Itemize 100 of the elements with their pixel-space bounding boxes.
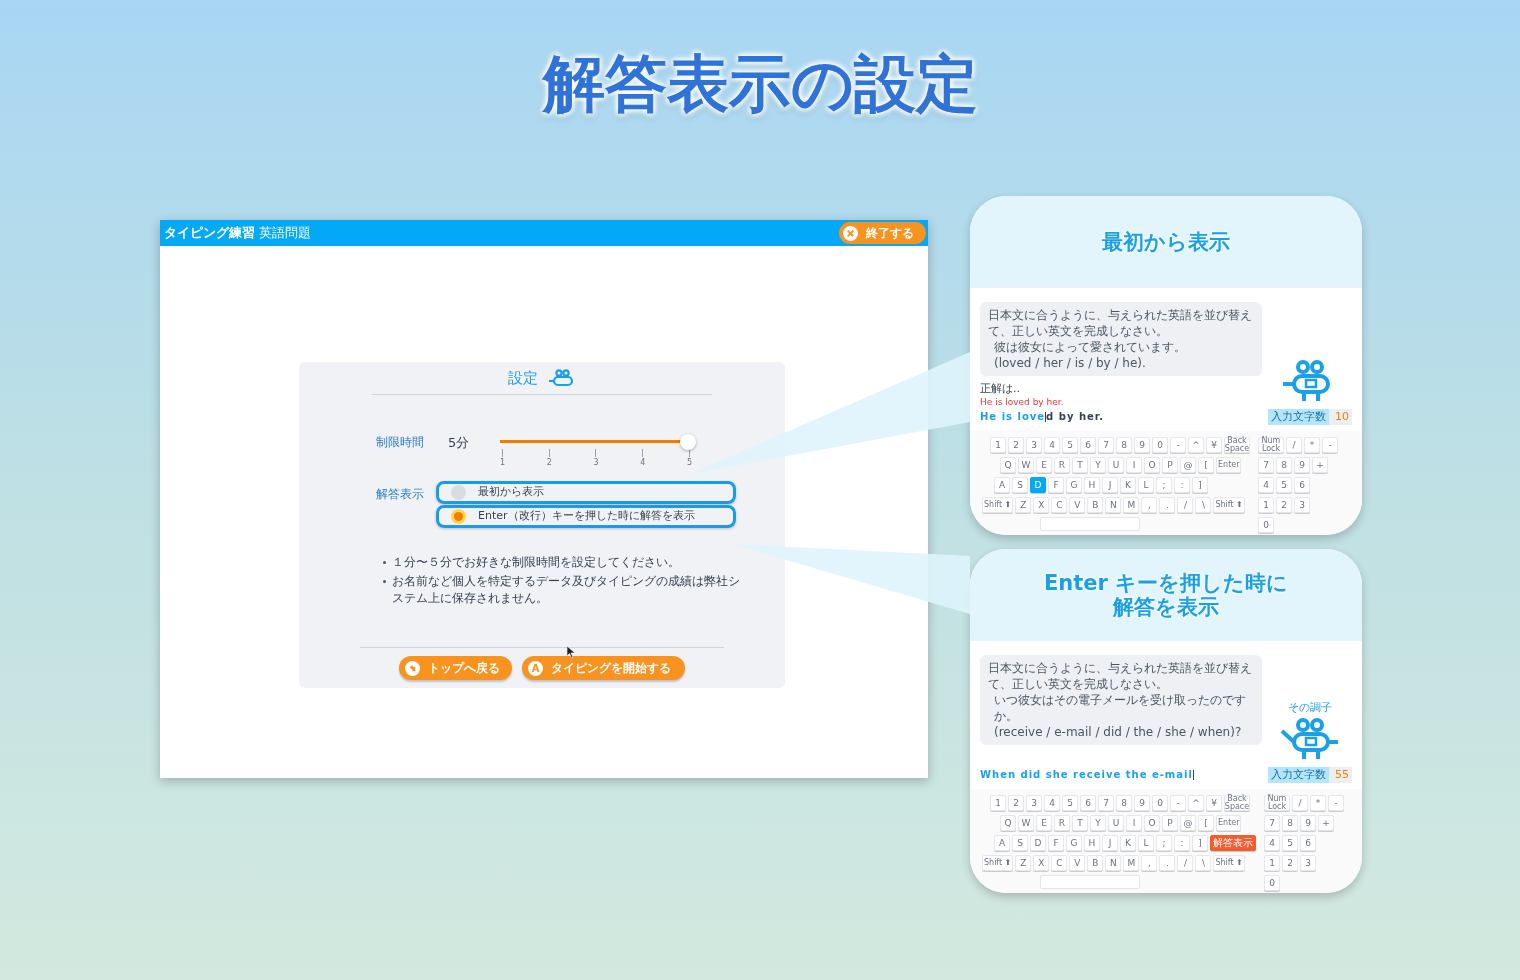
keyboard-key: , <box>1141 497 1158 513</box>
keyboard-key: - <box>1322 437 1338 453</box>
keyboard-key: F <box>1048 835 1064 851</box>
keyboard-key: 解答表示 <box>1210 835 1256 851</box>
keyboard-key: N <box>1105 497 1122 513</box>
keyboard-key: G <box>1066 835 1082 851</box>
keyboard-key: \ <box>1195 497 1212 513</box>
keyboard-key: 8 <box>1282 815 1298 831</box>
keyboard-key: G <box>1066 477 1082 493</box>
keyboard-key: M <box>1123 855 1140 871</box>
question-text: いつ彼女はその電子メールを受け取ったのですか。 <box>993 692 1247 724</box>
radio-button[interactable] <box>451 485 466 500</box>
keyboard-key: ¥ <box>1206 795 1222 811</box>
keyboard-key: 4 <box>1264 835 1280 851</box>
keyboard-key: 2 <box>1008 437 1024 453</box>
char-counter: 入力文字数 55 <box>1268 766 1352 783</box>
keyboard-key: 2 <box>1276 497 1292 513</box>
keyboard-key: , <box>1141 855 1158 871</box>
keyboard-key: * <box>1304 437 1320 453</box>
keyboard-key: : <box>1174 477 1190 493</box>
keyboard-key: Num Lock <box>1258 437 1284 453</box>
keyboard-key: Back Space <box>1224 437 1250 453</box>
keyboard-key: 8 <box>1116 795 1132 811</box>
keyboard-key: 9 <box>1294 457 1310 473</box>
keyboard-key: I <box>1126 457 1142 473</box>
note-text: お名前など個人を特定するデータ及びタイピングの成績は弊社システム上に保存されません。 <box>392 573 741 607</box>
keyboard-key: + <box>1318 815 1334 831</box>
keyboard-key: C <box>1051 497 1068 513</box>
tick-label: 1 <box>500 457 506 469</box>
keyboard-key: ] <box>1192 835 1208 851</box>
slider-thumb[interactable] <box>680 433 696 450</box>
robot-icon <box>548 369 576 387</box>
app-title: タイピング練習 <box>164 224 255 243</box>
keyboard-key: D <box>1030 835 1046 851</box>
start-button[interactable]: A タイピングを開始する <box>522 656 685 680</box>
keyboard-key: 5 <box>1062 437 1078 453</box>
keyboard-key: C <box>1051 855 1068 871</box>
keyboard-key: X <box>1033 497 1050 513</box>
keyboard-key: [ <box>1198 815 1214 831</box>
tick-label: 5 <box>686 457 692 469</box>
radio-option[interactable]: Enter（改行）キーを押した時に解答を表示 <box>436 505 736 528</box>
keyboard-key: V <box>1069 497 1086 513</box>
keyboard-key: Z <box>1015 855 1032 871</box>
keyboard-key: 6 <box>1300 835 1316 851</box>
keyboard-key: T <box>1072 457 1088 473</box>
robot-mascot-icon <box>1280 716 1340 761</box>
time-slider[interactable] <box>500 433 698 449</box>
keyboard-key: 0 <box>1264 875 1280 891</box>
keyboard-key: ^ <box>1188 437 1204 453</box>
question-text: (loved / her / is / by / he). <box>993 355 1147 371</box>
keyboard-key: 7 <box>1264 815 1280 831</box>
keyboard-key: Q <box>1000 457 1016 473</box>
answer-label: 解答表示 <box>376 486 425 503</box>
keyboard-key: 6 <box>1294 477 1310 493</box>
time-value: 5分 <box>448 434 471 452</box>
keyboard-key: 0 <box>1258 517 1274 533</box>
typed-line: He is loved by her. <box>980 410 1106 424</box>
radio-option[interactable]: 最初から表示 <box>436 481 736 504</box>
keyboard-key: Shift ⬆ <box>982 855 1014 871</box>
keyboard-key: - <box>1170 795 1186 811</box>
keyboard-key: 9 <box>1134 437 1150 453</box>
typed-line: When did she receive the e-mail <box>980 768 1195 782</box>
keyboard-key: ] <box>1192 477 1208 493</box>
keyboard-key: I <box>1126 815 1142 831</box>
keyboard-key: Y <box>1090 815 1106 831</box>
keyboard-key: E <box>1036 457 1052 473</box>
answer-text: He is loved by her. <box>980 396 1065 409</box>
keyboard-key: U <box>1108 815 1124 831</box>
keyboard-key: S <box>1012 477 1028 493</box>
question-text: 彼は彼女によって愛されています。 <box>993 339 1187 355</box>
keyboard-key: 1 <box>990 437 1006 453</box>
keyboard-key: Z <box>1015 497 1032 513</box>
keyboard-key: * <box>1310 795 1326 811</box>
keyboard-key: 3 <box>1026 437 1042 453</box>
keyboard-key: X <box>1033 855 1050 871</box>
quit-button[interactable]: 終了する <box>839 222 926 244</box>
keyboard-key: 2 <box>1282 855 1298 871</box>
card-title: 最初から表示 <box>1102 230 1230 254</box>
keyboard-key: : <box>1174 835 1190 851</box>
keyboard-key: 4 <box>1044 437 1060 453</box>
keyboard-key: 5 <box>1276 477 1292 493</box>
keyboard-key: ¥ <box>1206 437 1222 453</box>
keyboard-key: 8 <box>1276 457 1292 473</box>
keyboard-key: . <box>1159 855 1176 871</box>
keyboard-key: M <box>1123 497 1140 513</box>
keyboard-key: Shift ⬆ <box>1213 855 1245 871</box>
card-title: Enter キーを押した時に 解答を表示 <box>1043 571 1289 619</box>
back-button[interactable]: トップへ戻る <box>399 656 512 680</box>
keyboard-key: Back Space <box>1224 795 1250 811</box>
keyboard-key: 9 <box>1134 795 1150 811</box>
bullet-icon <box>383 561 386 564</box>
keyboard-key: 6 <box>1080 795 1096 811</box>
keyboard-key: P <box>1162 457 1178 473</box>
keyboard-key: J <box>1102 477 1118 493</box>
radio-label: 最初から表示 <box>478 484 544 501</box>
keyboard-key: R <box>1054 815 1070 831</box>
radio-button[interactable] <box>451 509 466 524</box>
keyboard-key: [ <box>1198 457 1214 473</box>
settings-heading: 設定 <box>508 367 538 389</box>
keyboard-key: 3 <box>1026 795 1042 811</box>
